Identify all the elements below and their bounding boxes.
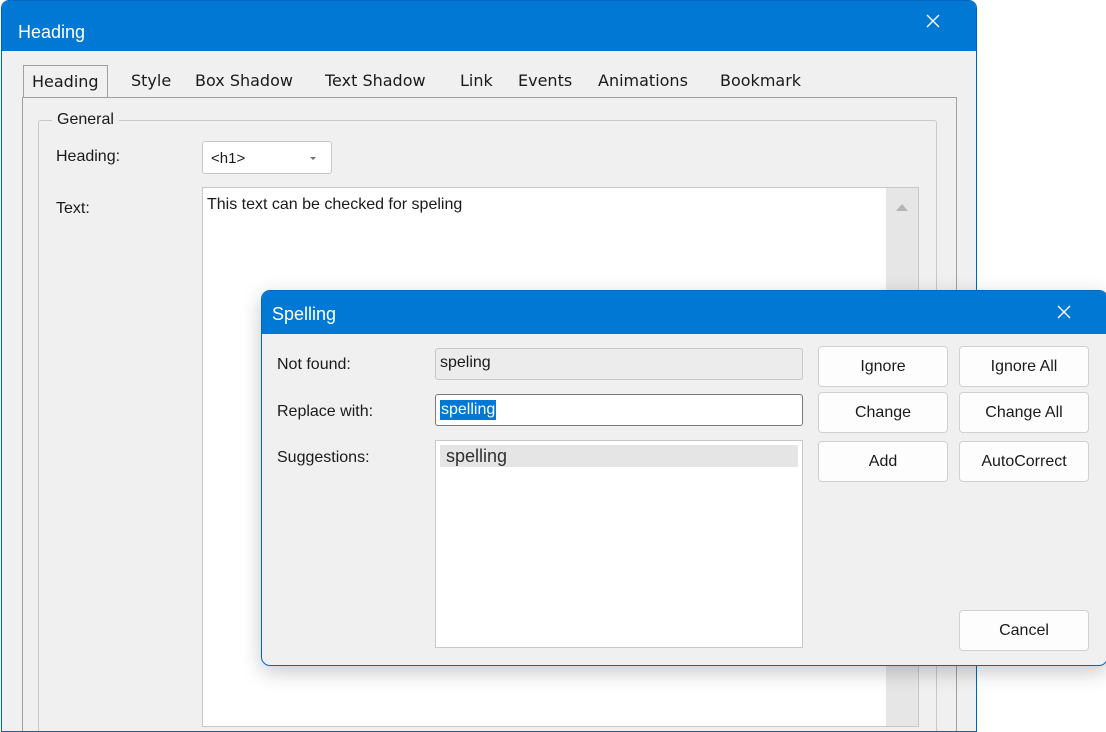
general-group-label: General bbox=[52, 111, 119, 129]
tab-bar: Heading Style Box Shadow Text Shadow Lin… bbox=[2, 51, 976, 98]
scroll-up-icon[interactable] bbox=[895, 202, 909, 212]
tab-style[interactable]: Style bbox=[131, 71, 171, 90]
window-title: Heading bbox=[18, 22, 86, 42]
ignore-button[interactable]: Ignore bbox=[818, 346, 948, 387]
heading-level-value: <h1> bbox=[211, 150, 246, 167]
tab-heading[interactable]: Heading bbox=[23, 65, 108, 97]
replace-with-label: Replace with: bbox=[277, 403, 374, 420]
heading-text-value: This text can be checked for speling bbox=[207, 196, 463, 213]
change-button[interactable]: Change bbox=[818, 392, 948, 433]
spelling-dialog-title: Spelling bbox=[272, 304, 337, 324]
tab-animations[interactable]: Animations bbox=[598, 71, 688, 90]
tab-bookmark[interactable]: Bookmark bbox=[720, 71, 801, 90]
tab-text-shadow[interactable]: Text Shadow bbox=[325, 71, 426, 90]
replace-with-input[interactable]: spelling bbox=[435, 394, 803, 426]
tab-events[interactable]: Events bbox=[518, 71, 572, 90]
not-found-label: Not found: bbox=[277, 356, 351, 373]
tab-box-shadow[interactable]: Box Shadow bbox=[195, 71, 293, 90]
heading-label: Heading: bbox=[56, 148, 121, 165]
suggestions-list[interactable]: spelling bbox=[435, 440, 803, 648]
dropdown-arrow-icon bbox=[310, 157, 316, 160]
heading-level-select[interactable]: <h1> bbox=[202, 141, 332, 174]
autocorrect-button[interactable]: AutoCorrect bbox=[959, 441, 1089, 482]
not-found-value: speling bbox=[440, 354, 491, 371]
tab-link[interactable]: Link bbox=[460, 71, 493, 90]
text-label: Text: bbox=[56, 200, 90, 217]
add-button[interactable]: Add bbox=[818, 441, 948, 482]
heading-window-titlebar[interactable]: Heading bbox=[2, 1, 976, 51]
close-icon[interactable] bbox=[1054, 302, 1074, 322]
replace-with-value: spelling bbox=[440, 400, 497, 420]
ignore-all-button[interactable]: Ignore All bbox=[959, 346, 1089, 387]
suggestions-label: Suggestions: bbox=[277, 449, 370, 466]
not-found-field: speling bbox=[435, 348, 803, 380]
cancel-button[interactable]: Cancel bbox=[959, 610, 1089, 651]
list-item[interactable]: spelling bbox=[440, 445, 798, 467]
spelling-dialog-titlebar[interactable]: Spelling bbox=[262, 291, 1106, 334]
change-all-button[interactable]: Change All bbox=[959, 392, 1089, 433]
close-icon[interactable] bbox=[922, 10, 944, 32]
spelling-dialog: Spelling Not found: speling Replace with… bbox=[261, 290, 1106, 666]
